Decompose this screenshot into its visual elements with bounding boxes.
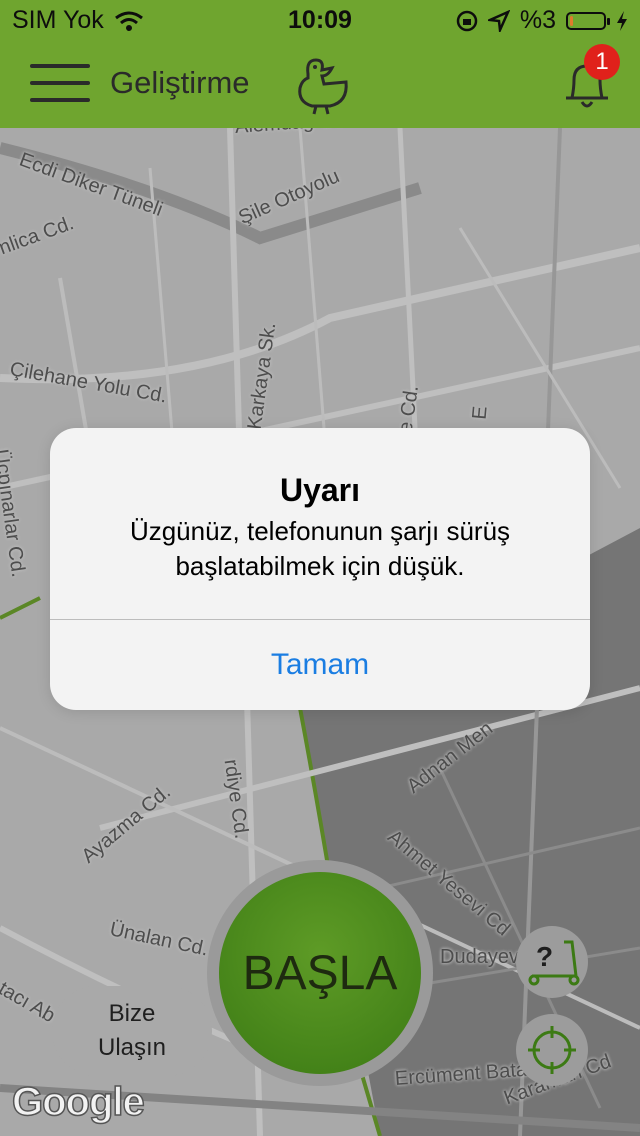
status-bar: SIM Yok 10:09 %3 xyxy=(0,0,640,40)
google-attribution: Google xyxy=(11,1079,145,1125)
alert-title: Uyarı xyxy=(279,472,361,508)
battery-percent: %3 xyxy=(519,6,556,34)
hamburger-icon-line xyxy=(30,64,90,68)
charging-bolt-icon xyxy=(617,10,627,31)
notifications-button[interactable]: 1 xyxy=(560,44,620,116)
contact-us-label-line1: Bize xyxy=(108,1000,156,1027)
alert-dialog: Uyarı Üzgünüz, telefonunun şarjı sürüş b… xyxy=(50,428,590,710)
battery-icon xyxy=(566,11,610,30)
alert-ok-button[interactable]: Tamam xyxy=(50,620,590,710)
crosshair-icon xyxy=(528,1026,576,1074)
location-arrow-icon xyxy=(487,9,510,32)
contact-us-label-line2: Ulaşın xyxy=(97,1034,167,1061)
svg-text:?: ? xyxy=(536,941,553,972)
menu-button[interactable] xyxy=(30,58,92,108)
locate-me-button[interactable] xyxy=(516,1014,588,1086)
scooter-help-icon: ? xyxy=(528,940,580,986)
hamburger-icon-line xyxy=(30,81,90,85)
scooter-help-button[interactable]: ? xyxy=(516,926,588,998)
duck-logo-icon xyxy=(298,58,348,115)
start-button[interactable]: BAŞLA xyxy=(219,872,421,1074)
notification-badge: 1 xyxy=(584,44,620,80)
contact-us-button[interactable]: Bize Ulaşın xyxy=(52,986,212,1076)
orientation-lock-icon xyxy=(456,10,478,31)
alert-message: Üzgünüz, telefonunun şarjı sürüş başlata… xyxy=(129,516,511,581)
hamburger-icon-line xyxy=(30,98,90,102)
app-title: Geliştirme xyxy=(110,65,250,100)
app-bar: Geliştirme 1 xyxy=(0,40,640,128)
